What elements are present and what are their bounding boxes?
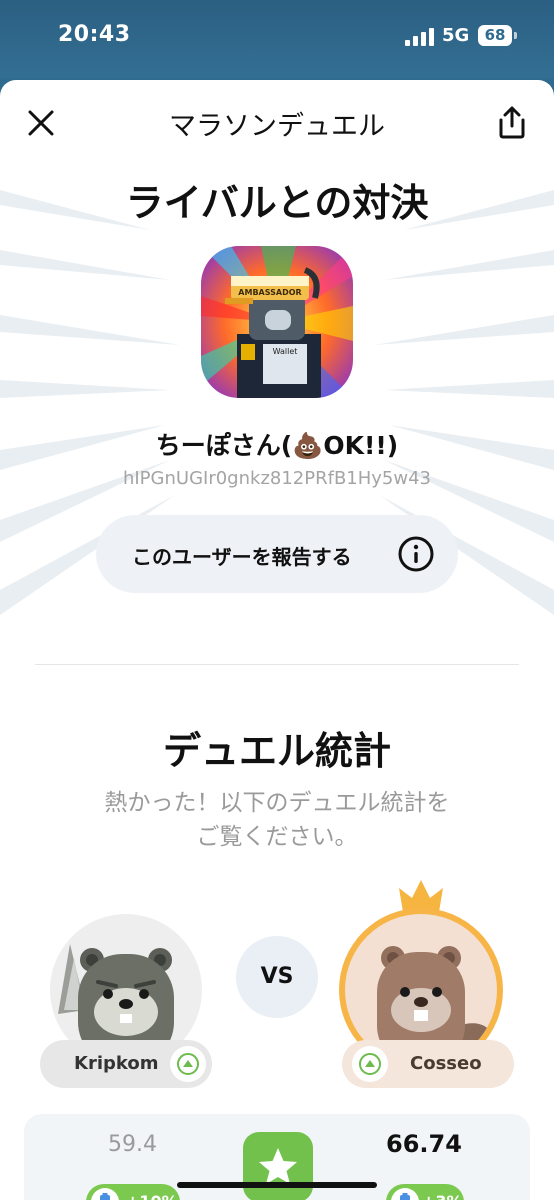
duel-sheet: マラソンデュエル ライバルとの対決 Wallet AMBASSADOR ちーぽさ…	[0, 80, 554, 1200]
battery-icon: 68	[478, 25, 517, 46]
right-boost-badge: +3%	[386, 1184, 464, 1200]
left-player-pill: Kripkom	[40, 1040, 212, 1088]
left-boost-value: +10%	[126, 1192, 178, 1200]
rival-avatar[interactable]: Wallet AMBASSADOR	[201, 246, 353, 398]
page-title: マラソンデュエル	[169, 111, 385, 142]
signal-icon	[405, 28, 435, 46]
stats-description-line2: ご覧ください。	[196, 824, 358, 850]
level-up-icon	[170, 1046, 206, 1082]
level-up-icon	[352, 1046, 388, 1082]
vs-badge: VS	[236, 936, 318, 1018]
avatar-badge-text: AMBASSADOR	[238, 288, 301, 297]
share-icon[interactable]	[496, 104, 528, 140]
section-divider	[35, 664, 519, 665]
stats-description-line1: 熱かった！以下のデュエル統計を	[104, 790, 450, 816]
avatar-shirt-text: Wallet	[273, 347, 298, 356]
right-player-name: Cosseo	[410, 1053, 482, 1074]
stats-description: 熱かった！以下のデュエル統計を ご覧ください。	[0, 786, 554, 854]
left-boost-badge: +10%	[86, 1184, 180, 1200]
stats-heading: デュエル統計	[162, 729, 391, 773]
report-user-label: このユーザーを報告する	[132, 545, 352, 569]
battery-boost-icon	[391, 1188, 419, 1200]
status-bar: 20:43 5G 68	[0, 0, 554, 78]
network-label: 5G	[442, 25, 470, 46]
right-boost-value: +3%	[422, 1192, 463, 1200]
status-time: 20:43	[58, 22, 131, 47]
right-player-pill: Cosseo	[342, 1040, 514, 1088]
battery-boost-icon	[91, 1188, 119, 1200]
info-icon	[398, 536, 434, 572]
star-icon	[243, 1132, 313, 1200]
crown-icon	[399, 880, 443, 912]
right-player-score: 66.74	[386, 1130, 462, 1158]
left-player-name: Kripkom	[74, 1053, 159, 1074]
rival-heading: ライバルとの対決	[125, 181, 429, 225]
rival-user-id: hIPGnUGIr0gnkz812PRfB1Hy5w43	[122, 468, 432, 489]
rival-name: ちーぽさん(💩OK!!)	[155, 431, 399, 460]
left-player-score: 59.4	[108, 1132, 157, 1157]
home-indicator[interactable]	[177, 1182, 377, 1188]
report-user-button[interactable]: このユーザーを報告する	[96, 515, 458, 593]
